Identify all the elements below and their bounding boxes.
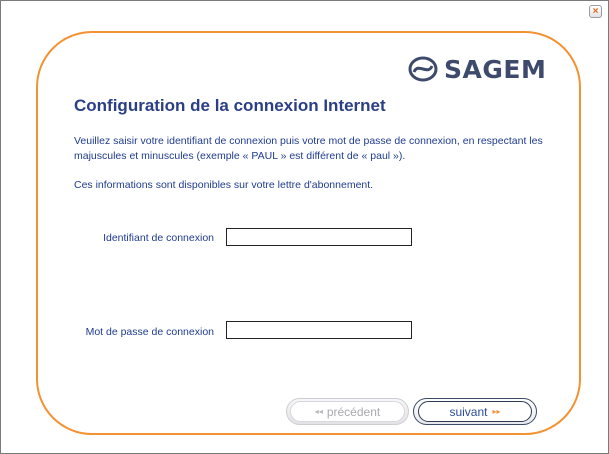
sagem-logo: SAGEM — [408, 53, 546, 85]
intro-text: Veuillez saisir votre identifiant de con… — [74, 135, 543, 162]
close-button[interactable]: × — [589, 5, 602, 18]
login-input[interactable] — [226, 228, 412, 246]
logo-text: SAGEM — [444, 54, 547, 84]
next-button-label: suivant — [449, 404, 488, 419]
close-icon: × — [592, 6, 599, 17]
password-label: Mot de passe de connexion — [85, 326, 214, 338]
sagem-logo-icon — [408, 56, 438, 82]
password-input[interactable] — [226, 321, 412, 339]
next-button[interactable]: suivant ▸▸ — [413, 398, 537, 425]
login-label: Identifiant de connexion — [103, 232, 214, 244]
info-text: Ces informations sont disponibles sur vo… — [74, 179, 374, 191]
previous-button-label: précédent — [326, 404, 381, 419]
double-left-arrow-icon: ◂◂ — [314, 407, 323, 416]
page-title: Configuration de la connexion Internet — [74, 96, 386, 115]
double-right-arrow-icon: ▸▸ — [492, 407, 501, 416]
previous-button[interactable]: ◂◂ précédent — [286, 398, 409, 425]
